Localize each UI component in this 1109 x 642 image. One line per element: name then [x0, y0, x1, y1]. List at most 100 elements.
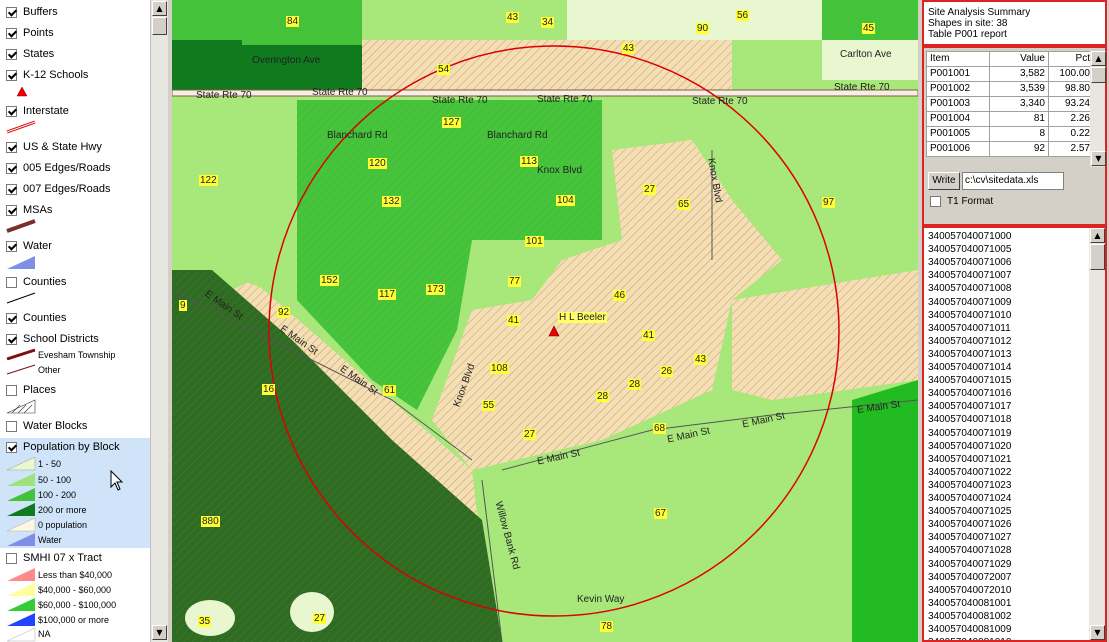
scroll-up-button[interactable]: ▲	[152, 1, 167, 16]
list-item[interactable]: 340057040071028	[928, 544, 1011, 557]
block-value: 90	[696, 23, 710, 34]
list-item[interactable]: 340057040071010	[928, 309, 1011, 322]
list-item[interactable]: 340057040071013	[928, 348, 1011, 361]
layer-checkbox[interactable]	[6, 240, 17, 252]
table-row[interactable]: P001006 92 2.57	[926, 141, 1094, 157]
list-item[interactable]: 340057040072010	[928, 584, 1011, 597]
list-item[interactable]: 340057040071008	[928, 282, 1011, 295]
write-path-input[interactable]: c:\cv\sitedata.xls	[962, 172, 1064, 190]
layer-us-state-hwy[interactable]: US & State Hwy	[6, 139, 102, 155]
layer-checkbox[interactable]	[6, 333, 17, 345]
table-row[interactable]: P001005 8 0.22	[926, 126, 1094, 142]
list-item[interactable]: 340057040071005	[928, 243, 1011, 256]
layer-checkbox[interactable]	[6, 105, 17, 117]
list-item[interactable]: 340057040071027	[928, 531, 1011, 544]
list-item[interactable]: 340057040071016	[928, 387, 1011, 400]
list-item[interactable]: 340057040071019	[928, 427, 1011, 440]
list-item[interactable]: 340057040071015	[928, 374, 1011, 387]
layer-checkbox[interactable]	[6, 141, 17, 153]
list-item[interactable]: 340057040071018	[928, 413, 1011, 426]
list-item[interactable]: 340057040071017	[928, 400, 1011, 413]
list-item[interactable]: 340057040081009	[928, 623, 1011, 636]
layer-checkbox[interactable]	[6, 183, 17, 195]
layer-checkbox[interactable]	[6, 384, 17, 396]
layer-buffers[interactable]: Buffers	[6, 4, 58, 20]
table-row[interactable]: P001003 3,340 93.24	[926, 96, 1094, 112]
layer-checkbox[interactable]	[6, 48, 17, 60]
layer-water[interactable]: Water	[6, 238, 52, 254]
legend-scrollbar[interactable]: ▲ ▼	[150, 0, 168, 642]
report-table[interactable]: Item Value Pct P001001 3,582 100.00 P00100…	[926, 51, 1094, 157]
layer-007-edges[interactable]: 007 Edges/Roads	[6, 181, 110, 197]
table-row[interactable]: P001004 81 2.26	[926, 111, 1094, 127]
layer-checkbox[interactable]	[6, 552, 17, 564]
layer-places[interactable]: Places	[6, 382, 56, 398]
layer-checkbox[interactable]	[6, 420, 17, 432]
list-item[interactable]: 340057040071020	[928, 440, 1011, 453]
col-header-pct[interactable]: Pct	[1048, 51, 1094, 67]
t1-format-checkbox[interactable]	[930, 196, 941, 207]
layer-checkbox[interactable]	[6, 27, 17, 39]
layer-k12-schools[interactable]: K-12 Schools	[6, 67, 88, 83]
table-row[interactable]: P001002 3,539 98.80	[926, 81, 1094, 97]
map-view[interactable]: Overington Ave Carlton Ave State Rte 70 …	[172, 0, 918, 642]
layer-interstate[interactable]: Interstate	[6, 103, 69, 119]
t1-format-option[interactable]: T1 Format	[930, 196, 993, 207]
list-item[interactable]: 340057040071029	[928, 558, 1011, 571]
list-item[interactable]: 340057040071022	[928, 466, 1011, 479]
write-button[interactable]: Write	[928, 172, 960, 190]
layer-water-blocks[interactable]: Water Blocks	[6, 418, 87, 434]
list-item[interactable]: 340057040071012	[928, 335, 1011, 348]
col-header-item[interactable]: Item	[926, 51, 990, 67]
list-item[interactable]: 340057040071000	[928, 230, 1011, 243]
list-scroll-up-button[interactable]: ▲	[1090, 228, 1105, 243]
table-scroll-down-button[interactable]: ▼	[1091, 151, 1106, 166]
summary-title: Site Analysis Summary	[928, 7, 1031, 18]
list-scroll-down-button[interactable]: ▼	[1090, 625, 1105, 640]
list-item[interactable]: 340057040071021	[928, 453, 1011, 466]
list-item[interactable]: 340057040071023	[928, 479, 1011, 492]
layer-msas[interactable]: MSAs	[6, 202, 52, 218]
layer-checkbox[interactable]	[6, 6, 17, 18]
list-scroll-thumb[interactable]	[1090, 244, 1105, 270]
t1-format-label: T1 Format	[947, 196, 994, 207]
legend-item-pop-1-50: 1 - 50	[38, 459, 62, 469]
list-item[interactable]: 340057040071006	[928, 256, 1011, 269]
smhi-na-swatch-icon	[6, 627, 36, 642]
layer-checkbox[interactable]	[6, 69, 17, 81]
scroll-thumb[interactable]	[152, 17, 167, 35]
layer-checkbox[interactable]	[6, 441, 17, 453]
layer-checkbox[interactable]	[6, 276, 17, 288]
layer-states[interactable]: States	[6, 46, 54, 62]
layer-smhi-tract[interactable]: SMHI 07 x Tract	[6, 550, 102, 566]
list-item[interactable]: 340057040081002	[928, 610, 1011, 623]
layer-counties-1[interactable]: Counties	[6, 274, 66, 290]
layer-population-by-block[interactable]: Population by Block	[6, 439, 120, 455]
layer-counties-2[interactable]: Counties	[6, 310, 66, 326]
block-id-list[interactable]: 340057040071000 340057040071005 3400570400…	[922, 226, 1107, 642]
list-item[interactable]: 340057040071025	[928, 505, 1011, 518]
layer-005-edges[interactable]: 005 Edges/Roads	[6, 160, 110, 176]
layer-school-districts[interactable]: School Districts	[6, 331, 99, 347]
table-scroll-thumb[interactable]	[1091, 67, 1106, 83]
layer-checkbox[interactable]	[6, 204, 17, 216]
layer-checkbox[interactable]	[6, 162, 17, 174]
list-item[interactable]: 340057040071007	[928, 269, 1011, 282]
legend-item-pop-0: 0 population	[38, 520, 88, 530]
scroll-down-button[interactable]: ▼	[152, 625, 167, 640]
table-scroll-up-button[interactable]: ▲	[1091, 51, 1106, 66]
list-item[interactable]: 340057040072007	[928, 571, 1011, 584]
list-item[interactable]: 340057040071026	[928, 518, 1011, 531]
list-item[interactable]: 340057040081010	[928, 636, 1011, 640]
table-row[interactable]: P001001 3,582 100.00	[926, 66, 1094, 82]
list-item[interactable]: 340057040081001	[928, 597, 1011, 610]
list-item[interactable]: 340057040071009	[928, 296, 1011, 309]
list-item[interactable]: 340057040071024	[928, 492, 1011, 505]
list-item[interactable]: 340057040071014	[928, 361, 1011, 374]
list-scrollbar[interactable]: ▲ ▼	[1089, 228, 1105, 640]
col-header-value[interactable]: Value	[989, 51, 1049, 67]
layer-checkbox[interactable]	[6, 312, 17, 324]
table-scrollbar[interactable]: ▲ ▼	[1090, 51, 1106, 167]
layer-points[interactable]: Points	[6, 25, 54, 41]
list-item[interactable]: 340057040071011	[928, 322, 1011, 335]
